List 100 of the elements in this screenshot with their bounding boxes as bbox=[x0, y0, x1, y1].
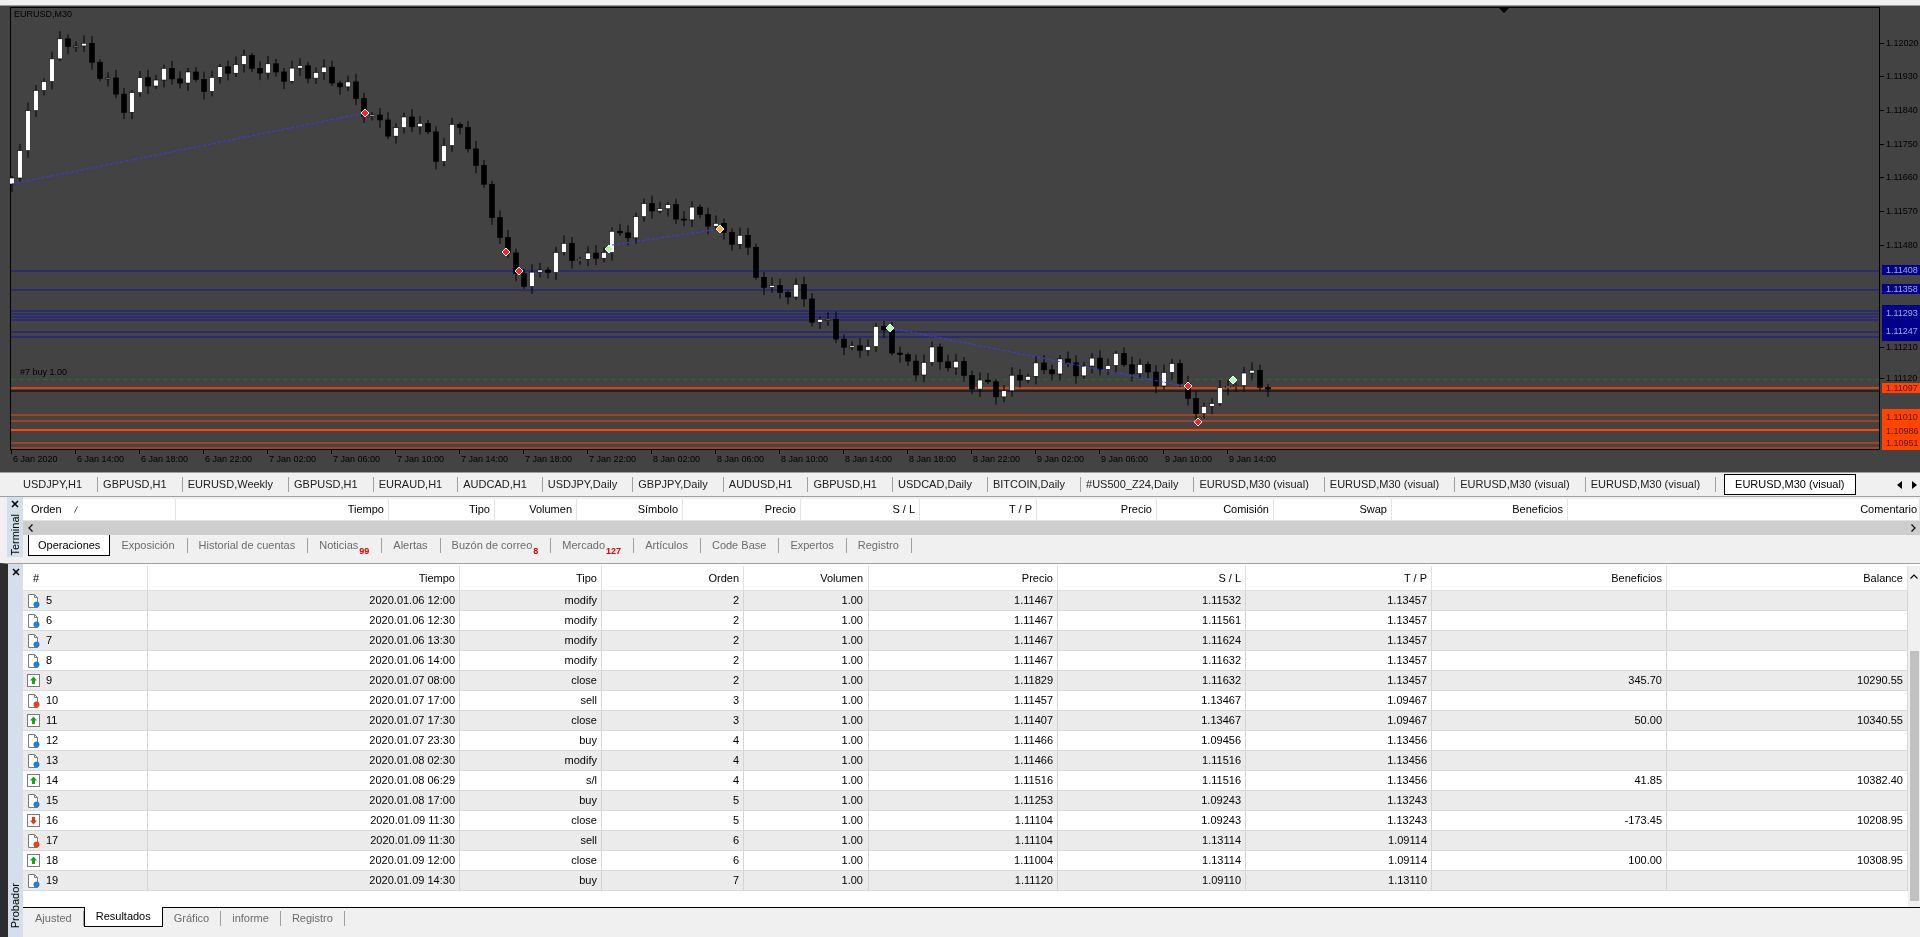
panel-tab[interactable]: Registro bbox=[846, 538, 912, 553]
table-cell: 7 bbox=[602, 871, 744, 890]
panel-tab[interactable]: Resultados bbox=[83, 907, 163, 927]
table-cell: 1.11829 bbox=[869, 671, 1058, 690]
chart-tab[interactable]: USDJPY,H1 bbox=[18, 477, 99, 492]
vertical-scrollbar[interactable] bbox=[1908, 566, 1920, 907]
table-cell: 1.00 bbox=[744, 791, 869, 810]
column-header[interactable]: Tiempo bbox=[176, 499, 389, 520]
column-header[interactable]: Comisión bbox=[1157, 499, 1274, 520]
column-header[interactable]: Símbolo bbox=[577, 499, 683, 520]
close-icon[interactable] bbox=[11, 568, 20, 576]
table-cell: 2020.01.09 11:30 bbox=[148, 811, 460, 830]
chart-tab[interactable]: AUDCAD,H1 bbox=[458, 477, 543, 492]
table-cell: 1.09114 bbox=[1246, 851, 1432, 870]
column-header[interactable]: Beneficios bbox=[1432, 566, 1667, 590]
row-number: 12 bbox=[46, 733, 59, 749]
table-cell: 2020.01.06 14:00 bbox=[148, 651, 460, 670]
table-cell: 1.11467 bbox=[869, 631, 1058, 650]
table-cell: 1.13114 bbox=[1058, 851, 1246, 870]
diamond-marker-icon bbox=[501, 247, 511, 257]
column-header[interactable]: Orden bbox=[602, 566, 744, 590]
close-icon[interactable] bbox=[11, 500, 19, 508]
column-header[interactable]: Volumen bbox=[495, 499, 577, 520]
column-header[interactable]: T / P bbox=[920, 499, 1037, 520]
table-cell: 1.00 bbox=[744, 771, 869, 790]
panel-tab[interactable]: Code Base bbox=[700, 538, 780, 553]
chart-tab[interactable]: GBPUSD,H1 bbox=[98, 477, 183, 492]
table-cell: 2020.01.09 14:30 bbox=[148, 871, 460, 890]
tab-scroll-right-icon[interactable] bbox=[1912, 480, 1917, 489]
chart-tab[interactable]: GBPUSD,H1 bbox=[289, 477, 374, 492]
row-number: 18 bbox=[46, 853, 59, 869]
chart-tab[interactable]: EURUSD,M30 (visual) bbox=[1724, 474, 1856, 495]
panel-tab[interactable]: Artículos bbox=[634, 538, 701, 553]
table-cell: 1.11104 bbox=[869, 811, 1058, 830]
panel-tab[interactable]: Historial de cuentas bbox=[187, 538, 309, 553]
price-level-tag: 1.11247 bbox=[1882, 322, 1920, 341]
diamond-marker-icon bbox=[604, 244, 614, 254]
chart-tab[interactable]: EURUSD,M30 (visual) bbox=[1324, 477, 1456, 492]
panel-tab[interactable]: Expertos bbox=[779, 538, 847, 553]
column-header[interactable]: Comentario bbox=[1568, 499, 1920, 520]
column-header[interactable]: Volumen bbox=[744, 566, 869, 590]
chart-tab[interactable]: AUDUSD,H1 bbox=[723, 477, 809, 492]
panel-tab[interactable]: informe bbox=[221, 911, 281, 926]
column-header[interactable]: Tipo bbox=[460, 566, 602, 590]
chart-tab[interactable]: EURUSD,M30 (visual) bbox=[1194, 477, 1325, 492]
price-level-tag: 1.11358 bbox=[1882, 284, 1920, 294]
chart-tab[interactable]: EURUSD,M30 (visual) bbox=[1455, 477, 1586, 492]
table-cell: 1.09467 bbox=[1246, 691, 1432, 710]
table-cell: modify bbox=[460, 751, 602, 770]
column-header[interactable]: Orden bbox=[23, 499, 176, 520]
panel-tab[interactable]: Operaciones bbox=[28, 535, 111, 556]
chart-tab[interactable]: #US500_Z24,Daily bbox=[1081, 477, 1195, 492]
scrollbar-thumb[interactable] bbox=[1909, 651, 1919, 901]
chart-tab[interactable]: USDCAD,Daily bbox=[892, 477, 988, 492]
table-cell: close bbox=[460, 671, 602, 690]
panel-tab[interactable]: Exposición bbox=[110, 538, 188, 553]
table-cell: 1.13457 bbox=[1246, 631, 1432, 650]
scroll-right-icon[interactable] bbox=[1911, 524, 1916, 532]
chart-tab[interactable]: EURAUD,H1 bbox=[373, 477, 459, 492]
column-header[interactable]: Precio bbox=[1037, 499, 1157, 520]
column-header[interactable]: S / L bbox=[1058, 566, 1246, 590]
column-header[interactable]: Swap bbox=[1274, 499, 1392, 520]
price-level-tag: 1.11010 bbox=[1882, 409, 1920, 426]
table-cell: 100.00 bbox=[1432, 851, 1667, 870]
panel-tab[interactable]: Alertas bbox=[382, 538, 441, 553]
table-cell: 1.09110 bbox=[1058, 871, 1246, 890]
table-cell: 50.00 bbox=[1432, 711, 1667, 730]
chart-tab[interactable]: EURUSD,Weekly bbox=[182, 477, 290, 492]
table-cell: 1.13456 bbox=[1246, 771, 1432, 790]
table-cell: 1.11467 bbox=[869, 651, 1058, 670]
chart-tab[interactable]: BITCOIN,Daily bbox=[987, 477, 1082, 492]
scroll-up-icon[interactable] bbox=[1910, 574, 1918, 579]
panel-tab[interactable]: Gráfico bbox=[162, 911, 222, 926]
chart-tab[interactable]: USDJPY,Daily bbox=[542, 477, 634, 492]
row-number: 7 bbox=[46, 633, 53, 649]
tab-scroll-left-icon[interactable] bbox=[1897, 480, 1902, 489]
scroll-left-icon[interactable] bbox=[28, 524, 33, 532]
column-header[interactable]: # bbox=[23, 566, 148, 590]
table-cell: 1.13457 bbox=[1246, 611, 1432, 630]
column-header[interactable]: T / P bbox=[1246, 566, 1432, 590]
price-level-tag: 1.10986 bbox=[1882, 426, 1920, 437]
column-header[interactable]: Beneficios bbox=[1392, 499, 1568, 520]
horizontal-scrollbar[interactable] bbox=[23, 521, 1920, 535]
row-number: 6 bbox=[46, 613, 53, 629]
column-header[interactable]: Tiempo bbox=[148, 566, 460, 590]
column-header[interactable]: Precio bbox=[869, 566, 1058, 590]
chart-tab[interactable]: GBPUSD,H1 bbox=[808, 477, 893, 492]
chart-tab[interactable]: EURUSD,M30 (visual) bbox=[1585, 477, 1717, 492]
table-cell: 1.00 bbox=[744, 711, 869, 730]
panel-tab[interactable]: Registro bbox=[280, 911, 345, 926]
table-cell: 1.11466 bbox=[869, 731, 1058, 750]
column-header[interactable]: Tipo bbox=[389, 499, 495, 520]
table-cell: 2020.01.07 17:30 bbox=[148, 711, 460, 730]
chart-tab[interactable]: GBPJPY,Daily bbox=[633, 477, 724, 492]
table-cell: modify bbox=[460, 631, 602, 650]
panel-tab[interactable]: Ajusted bbox=[24, 911, 84, 926]
column-header[interactable]: Precio bbox=[683, 499, 801, 520]
column-header[interactable]: S / L bbox=[801, 499, 920, 520]
table-cell: 1.11253 bbox=[869, 791, 1058, 810]
diamond-marker-icon bbox=[1228, 375, 1238, 385]
